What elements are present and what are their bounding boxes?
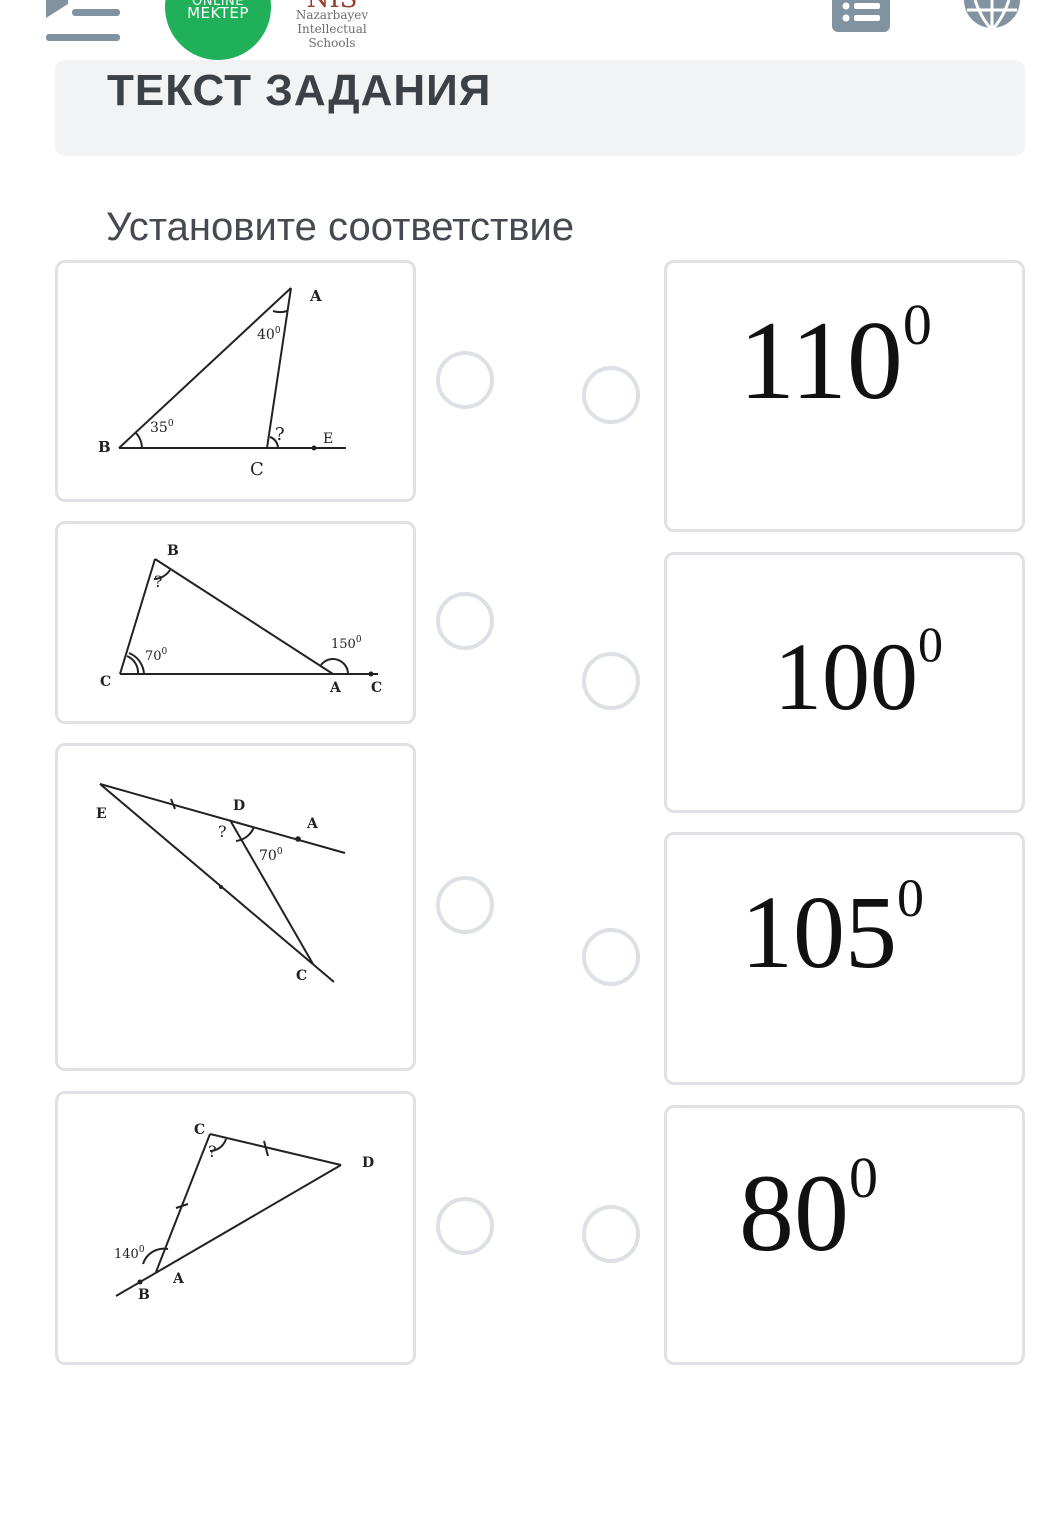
menu-collapse-icon[interactable] bbox=[44, 0, 124, 46]
right-radio-2[interactable] bbox=[582, 652, 640, 710]
answer-value: 800 bbox=[739, 1145, 878, 1277]
unknown-angle: ? bbox=[275, 424, 285, 445]
right-radio-3[interactable] bbox=[582, 928, 640, 986]
right-item-4[interactable]: 800 bbox=[664, 1105, 1025, 1365]
left-item-4[interactable]: C D A B 1400 ? bbox=[55, 1091, 416, 1365]
degree-sign: 0 bbox=[918, 616, 943, 672]
label-c: C bbox=[250, 459, 264, 480]
label-e: E bbox=[96, 806, 107, 822]
angle-c-label: 700 bbox=[145, 647, 168, 664]
right-item-2[interactable]: 1000 bbox=[664, 552, 1025, 813]
label-d: D bbox=[233, 798, 245, 814]
globe-icon[interactable] bbox=[963, 0, 1021, 34]
label-d: D bbox=[362, 1155, 374, 1171]
triangle-figure-1: A B C E 400 350 ? bbox=[98, 287, 346, 480]
label-a: A bbox=[329, 680, 342, 696]
triangle-figure-2: B C A C 700 1500 ? bbox=[100, 543, 382, 696]
degree-sign: 0 bbox=[902, 292, 932, 357]
unknown-angle: ? bbox=[208, 1142, 217, 1161]
left-radio-1[interactable] bbox=[436, 351, 494, 409]
answer-number: 80 bbox=[739, 1152, 849, 1274]
angle-a-label: 400 bbox=[257, 326, 281, 343]
nis-mark: NIS bbox=[292, 0, 372, 8]
answer-value: 1000 bbox=[774, 616, 943, 732]
angle-b-label: 350 bbox=[150, 419, 174, 436]
right-item-1[interactable]: 1100 bbox=[664, 260, 1025, 532]
answer-number: 100 bbox=[774, 623, 918, 730]
online-mektep-logo[interactable]: ONLINE MEKTEP bbox=[165, 0, 271, 60]
label-b: B bbox=[138, 1287, 150, 1303]
label-a: A bbox=[309, 287, 322, 305]
nis-line-2: Intellectual bbox=[297, 22, 367, 36]
nis-line-1: Nazarbayev bbox=[295, 8, 369, 22]
angle-ext-label: 1500 bbox=[331, 635, 362, 652]
logo-line-2: MEKTEP bbox=[187, 4, 249, 22]
left-radio-3[interactable] bbox=[436, 876, 494, 934]
answer-value: 1100 bbox=[739, 292, 932, 426]
label-c: C bbox=[100, 674, 111, 690]
task-header-panel: ТЕКСТ ЗАДАНИЯ bbox=[55, 60, 1025, 156]
left-radio-2[interactable] bbox=[436, 592, 494, 650]
answer-value: 1050 bbox=[741, 868, 924, 992]
left-item-2[interactable]: B C A C 700 1500 ? bbox=[55, 521, 416, 724]
triangle-figure-4: C D A B 1400 ? bbox=[114, 1122, 374, 1303]
nis-logo[interactable]: NIS Nazarbayev Intellectual Schools bbox=[292, 0, 372, 62]
label-c: C bbox=[194, 1122, 205, 1138]
section-title: ТЕКСТ ЗАДАНИЯ bbox=[107, 66, 492, 115]
right-radio-1[interactable] bbox=[582, 366, 640, 424]
triangle-figure-3: E D A C 700 ? bbox=[96, 783, 346, 984]
list-icon[interactable] bbox=[832, 0, 890, 32]
unknown-angle: ? bbox=[218, 822, 227, 841]
right-item-3[interactable]: 1050 bbox=[664, 832, 1025, 1085]
label-b: B bbox=[167, 543, 179, 559]
label-a: A bbox=[306, 816, 319, 832]
answer-number: 105 bbox=[741, 875, 897, 990]
nis-line-3: Schools bbox=[308, 36, 356, 50]
left-item-3[interactable]: E D A C 700 ? bbox=[55, 743, 416, 1071]
angle-ext-label: 1400 bbox=[114, 1245, 145, 1262]
label-c2: C bbox=[371, 680, 382, 696]
label-a: A bbox=[172, 1271, 185, 1287]
left-item-1[interactable]: A B C E 400 350 ? bbox=[55, 260, 416, 502]
degree-sign: 0 bbox=[849, 1145, 878, 1210]
task-instruction: Установите соответствие bbox=[106, 205, 575, 249]
label-b: B bbox=[98, 438, 111, 456]
label-c: C bbox=[296, 968, 307, 984]
unknown-angle: ? bbox=[154, 572, 163, 591]
angle-label: 700 bbox=[259, 847, 283, 864]
answer-number: 110 bbox=[739, 299, 903, 423]
degree-sign: 0 bbox=[897, 868, 924, 928]
right-radio-4[interactable] bbox=[582, 1205, 640, 1263]
label-e: E bbox=[323, 431, 333, 447]
left-radio-4[interactable] bbox=[436, 1197, 494, 1255]
